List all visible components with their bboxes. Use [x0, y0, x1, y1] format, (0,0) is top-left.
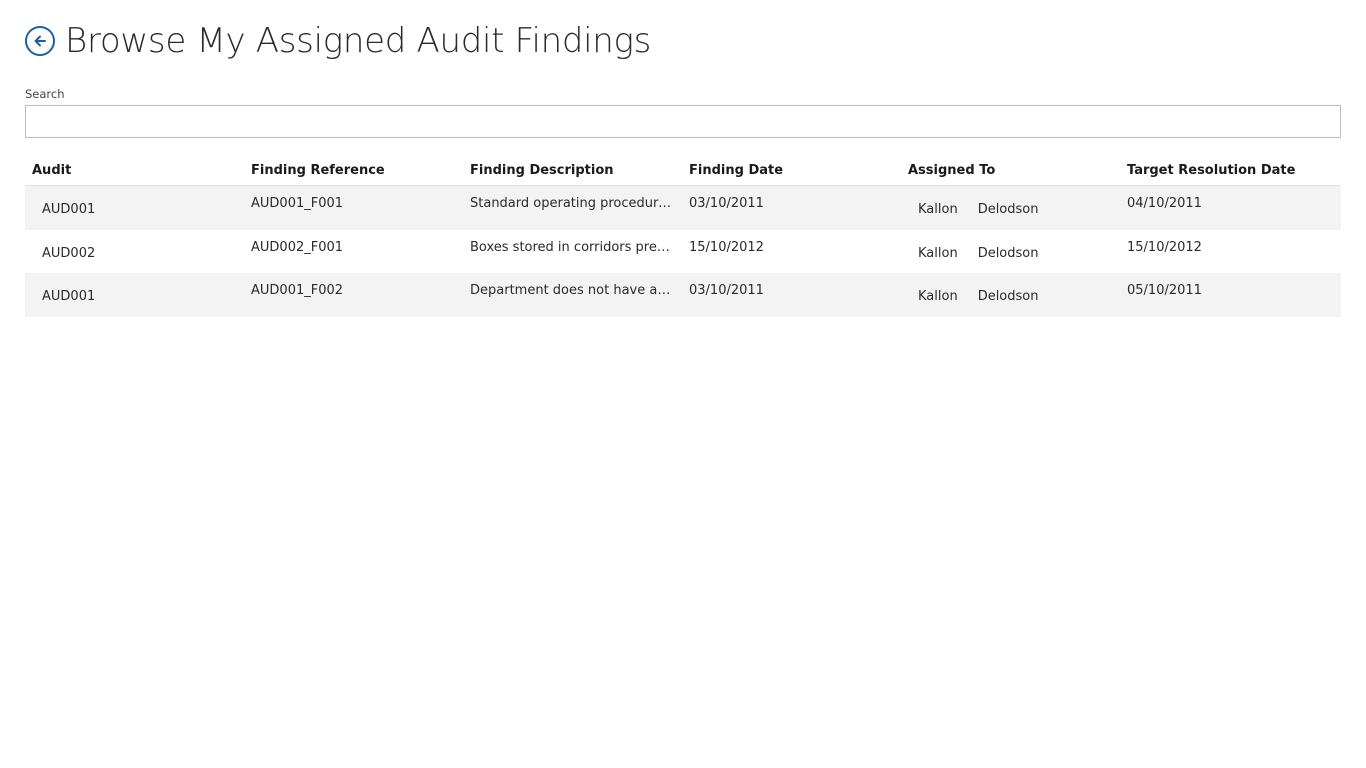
- cell-finding-date: 15/10/2012: [689, 239, 764, 255]
- cell-target-resolution-date: 04/10/2011: [1127, 196, 1202, 211]
- cell-finding-description: Boxes stored in corridors prese...: [470, 239, 682, 255]
- search-input[interactable]: [25, 105, 1341, 138]
- cell-target-resolution-date: 05/10/2011: [1127, 283, 1202, 298]
- back-arrow-icon: [34, 35, 46, 47]
- assignee-last-name: Delodson: [977, 289, 1039, 304]
- back-button[interactable]: [25, 26, 55, 56]
- column-header-audit[interactable]: Audit: [25, 155, 244, 185]
- table-row[interactable]: AUD002 AUD002_F001 Boxes stored in corri…: [25, 230, 1341, 274]
- findings-table: Audit Finding Reference Finding Descript…: [25, 155, 1341, 317]
- cell-audit: AUD001: [42, 289, 96, 304]
- cell-finding-description: Standard operating procedures...: [470, 196, 682, 211]
- cell-audit: AUD001: [42, 202, 96, 217]
- page-title: Browse My Assigned Audit Findings: [65, 21, 652, 61]
- table-row[interactable]: AUD001 AUD001_F002 Department does not h…: [25, 273, 1341, 317]
- assignee-first-name: Kallon: [918, 202, 958, 217]
- cell-target-resolution-date: 15/10/2012: [1127, 239, 1202, 255]
- search-label: Search: [25, 87, 65, 101]
- cell-finding-reference: AUD001_F002: [251, 283, 344, 298]
- assignee-last-name: Delodson: [977, 245, 1039, 261]
- table-header: Audit Finding Reference Finding Descript…: [25, 155, 1341, 186]
- page-header: Browse My Assigned Audit Findings: [25, 18, 651, 64]
- column-header-assigned-to[interactable]: Assigned To: [901, 155, 1120, 185]
- column-header-finding-description[interactable]: Finding Description: [463, 155, 682, 185]
- cell-finding-reference: AUD001_F001: [251, 196, 344, 211]
- cell-audit: AUD002: [42, 245, 96, 261]
- assignee-first-name: Kallon: [918, 289, 958, 304]
- assignee-last-name: Delodson: [977, 202, 1039, 217]
- cell-finding-date: 03/10/2011: [689, 283, 764, 298]
- table-row[interactable]: AUD001 AUD001_F001 Standard operating pr…: [25, 186, 1341, 230]
- cell-finding-reference: AUD002_F001: [251, 239, 344, 255]
- column-header-finding-reference[interactable]: Finding Reference: [244, 155, 463, 185]
- app-page: Browse My Assigned Audit Findings Search…: [0, 0, 1366, 768]
- cell-assigned-to: Kallon Delodson: [901, 230, 1120, 274]
- cell-assigned-to: Kallon Delodson: [901, 273, 1120, 317]
- column-header-target-resolution-date[interactable]: Target Resolution Date: [1120, 155, 1341, 185]
- assignee-first-name: Kallon: [918, 245, 958, 261]
- column-header-finding-date[interactable]: Finding Date: [682, 155, 901, 185]
- cell-finding-date: 03/10/2011: [689, 196, 764, 211]
- cell-assigned-to: Kallon Delodson: [901, 186, 1120, 230]
- cell-finding-description: Department does not have a lis...: [470, 283, 682, 298]
